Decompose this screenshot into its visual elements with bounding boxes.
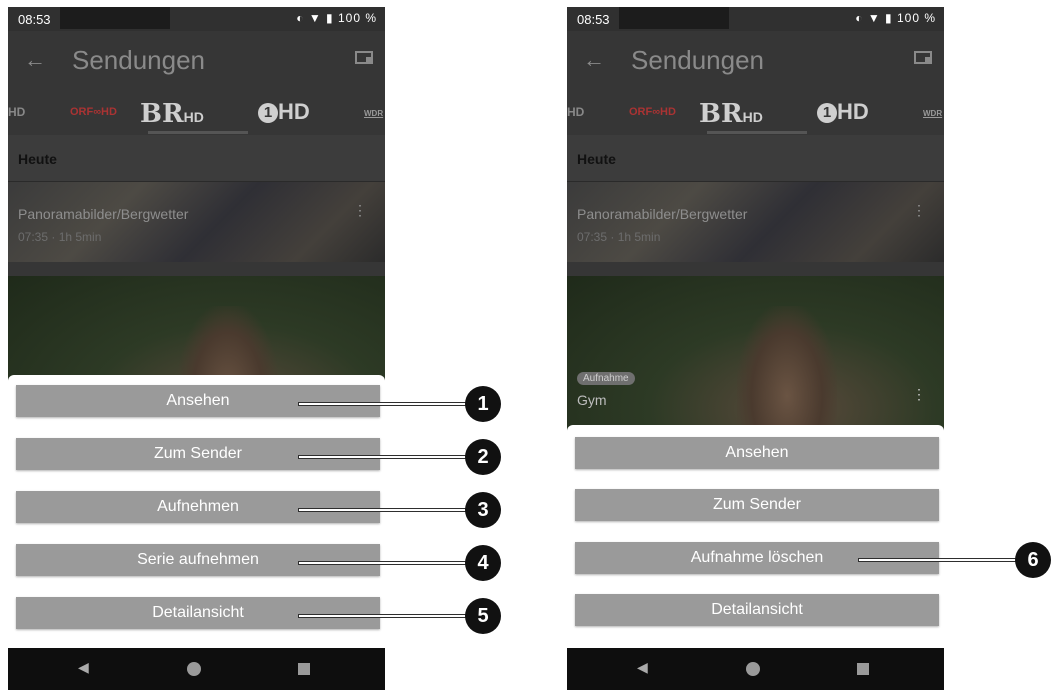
callout-line [298,614,468,618]
page-title: Sendungen [631,45,765,75]
callout-line [298,455,468,459]
cast-icon[interactable] [355,51,373,64]
go-to-channel-button[interactable]: Zum Sender [16,438,380,470]
tab-indicator [707,131,807,134]
status-icons: ◐ ▼ ▮ 100 % [855,11,936,25]
br-hd-text: HD [742,109,763,125]
phone-screen-left: 08:53 ◐ ▼ ▮ 100 % ← Sendungen HD ORF∞HD … [8,7,385,690]
das-erste-hd-text: HD [837,99,869,124]
watch-button[interactable]: Ansehen [16,385,380,417]
app-bar: ← Sendungen [8,31,385,91]
section-header: Heute [8,135,385,181]
program-time: 07:35 · 1h 5min [577,230,661,244]
callout-badge: 3 [465,492,501,528]
program-card[interactable]: Panoramabilder/Bergwetter 07:35 · 1h 5mi… [567,182,944,262]
nav-home-icon[interactable] [746,662,760,676]
phone-screen-right: 08:53 ◐ ▼ ▮ 100 % ← Sendungen HD ORF∞HD … [567,7,944,690]
details-button[interactable]: Detailansicht [575,594,939,626]
tab-channel-wdr[interactable]: WDR [364,109,383,118]
cast-icon[interactable] [914,51,932,64]
status-redaction [619,7,729,29]
watch-button[interactable]: Ansehen [575,437,939,469]
das-erste-logo-icon: 1 [817,103,837,124]
more-options-icon[interactable]: ⋮ [912,202,926,219]
more-options-icon[interactable]: ⋮ [353,202,367,219]
tab-channel-hd[interactable]: HD [8,105,25,119]
status-time: 08:53 [18,12,51,27]
page-title: Sendungen [72,45,206,75]
section-header: Heute [567,135,944,181]
recording-badge: Aufnahme [577,372,635,385]
system-nav-bar: ◀ [8,648,385,690]
back-arrow-icon[interactable]: ← [24,47,46,73]
program-card[interactable]: Panoramabilder/Bergwetter 07:35 · 1h 5mi… [8,182,385,262]
go-to-channel-button[interactable]: Zum Sender [575,489,939,521]
nav-home-icon[interactable] [187,662,201,676]
tab-channel-das-erste[interactable]: 1 HD [817,99,869,125]
nav-recents-icon[interactable] [857,663,869,675]
divider [8,262,385,276]
channel-tabs: HD ORF∞HD BRHD 1 HD WDR [8,91,385,135]
br-hd-text: HD [183,109,204,125]
record-button[interactable]: Aufnehmen [16,491,380,523]
program-title: Panoramabilder/Bergwetter [18,206,189,222]
record-series-button[interactable]: Serie aufnehmen [16,544,380,576]
battery-level: 100 % [896,11,936,25]
channel-tabs: HD ORF∞HD BRHD 1 HD WDR [567,91,944,135]
tab-channel-hd[interactable]: HD [567,105,584,119]
section-title: Heute [577,151,616,167]
callout-line [298,402,468,406]
action-sheet: Ansehen Zum Sender Aufnahme löschen Deta… [567,425,944,648]
nav-back-icon[interactable]: ◀ [637,659,648,676]
callout-line [858,558,1018,562]
callout-badge: 2 [465,439,501,475]
more-options-icon[interactable]: ⋮ [912,386,926,403]
battery-level: 100 % [337,11,377,25]
tab-indicator [148,131,248,134]
back-arrow-icon[interactable]: ← [583,47,605,73]
callout-badge: 1 [465,386,501,422]
details-button[interactable]: Detailansicht [16,597,380,629]
callout-badge: 4 [465,545,501,581]
das-erste-hd-text: HD [278,99,310,124]
program-title: Panoramabilder/Bergwetter [577,206,748,222]
status-redaction [60,7,170,29]
divider [567,262,944,276]
tab-channel-das-erste[interactable]: 1 HD [258,99,310,125]
app-bar: ← Sendungen [567,31,944,91]
tab-channel-orf[interactable]: ORF∞HD [70,106,117,118]
callout-badge: 6 [1015,542,1051,578]
callout-line [298,508,468,512]
callout-line [298,561,468,565]
tab-channel-wdr[interactable]: WDR [923,109,942,118]
program-time: 07:35 · 1h 5min [18,230,102,244]
section-title: Heute [18,151,57,167]
nav-back-icon[interactable]: ◀ [78,659,89,676]
nav-recents-icon[interactable] [298,663,310,675]
callout-badge: 5 [465,598,501,634]
das-erste-logo-icon: 1 [258,103,278,124]
status-icons: ◐ ▼ ▮ 100 % [296,11,377,25]
tab-channel-orf[interactable]: ORF∞HD [629,106,676,118]
tab-channel-br[interactable]: BRHD [699,99,763,129]
status-time: 08:53 [577,12,610,27]
program-title: Gym [577,392,607,408]
status-bar: 08:53 ◐ ▼ ▮ 100 % [8,7,385,31]
br-logo-text: BR [699,99,743,129]
br-logo-text: BR [140,99,184,129]
system-nav-bar: ◀ [567,648,944,690]
tab-channel-br[interactable]: BRHD [140,99,204,129]
status-bar: 08:53 ◐ ▼ ▮ 100 % [567,7,944,31]
